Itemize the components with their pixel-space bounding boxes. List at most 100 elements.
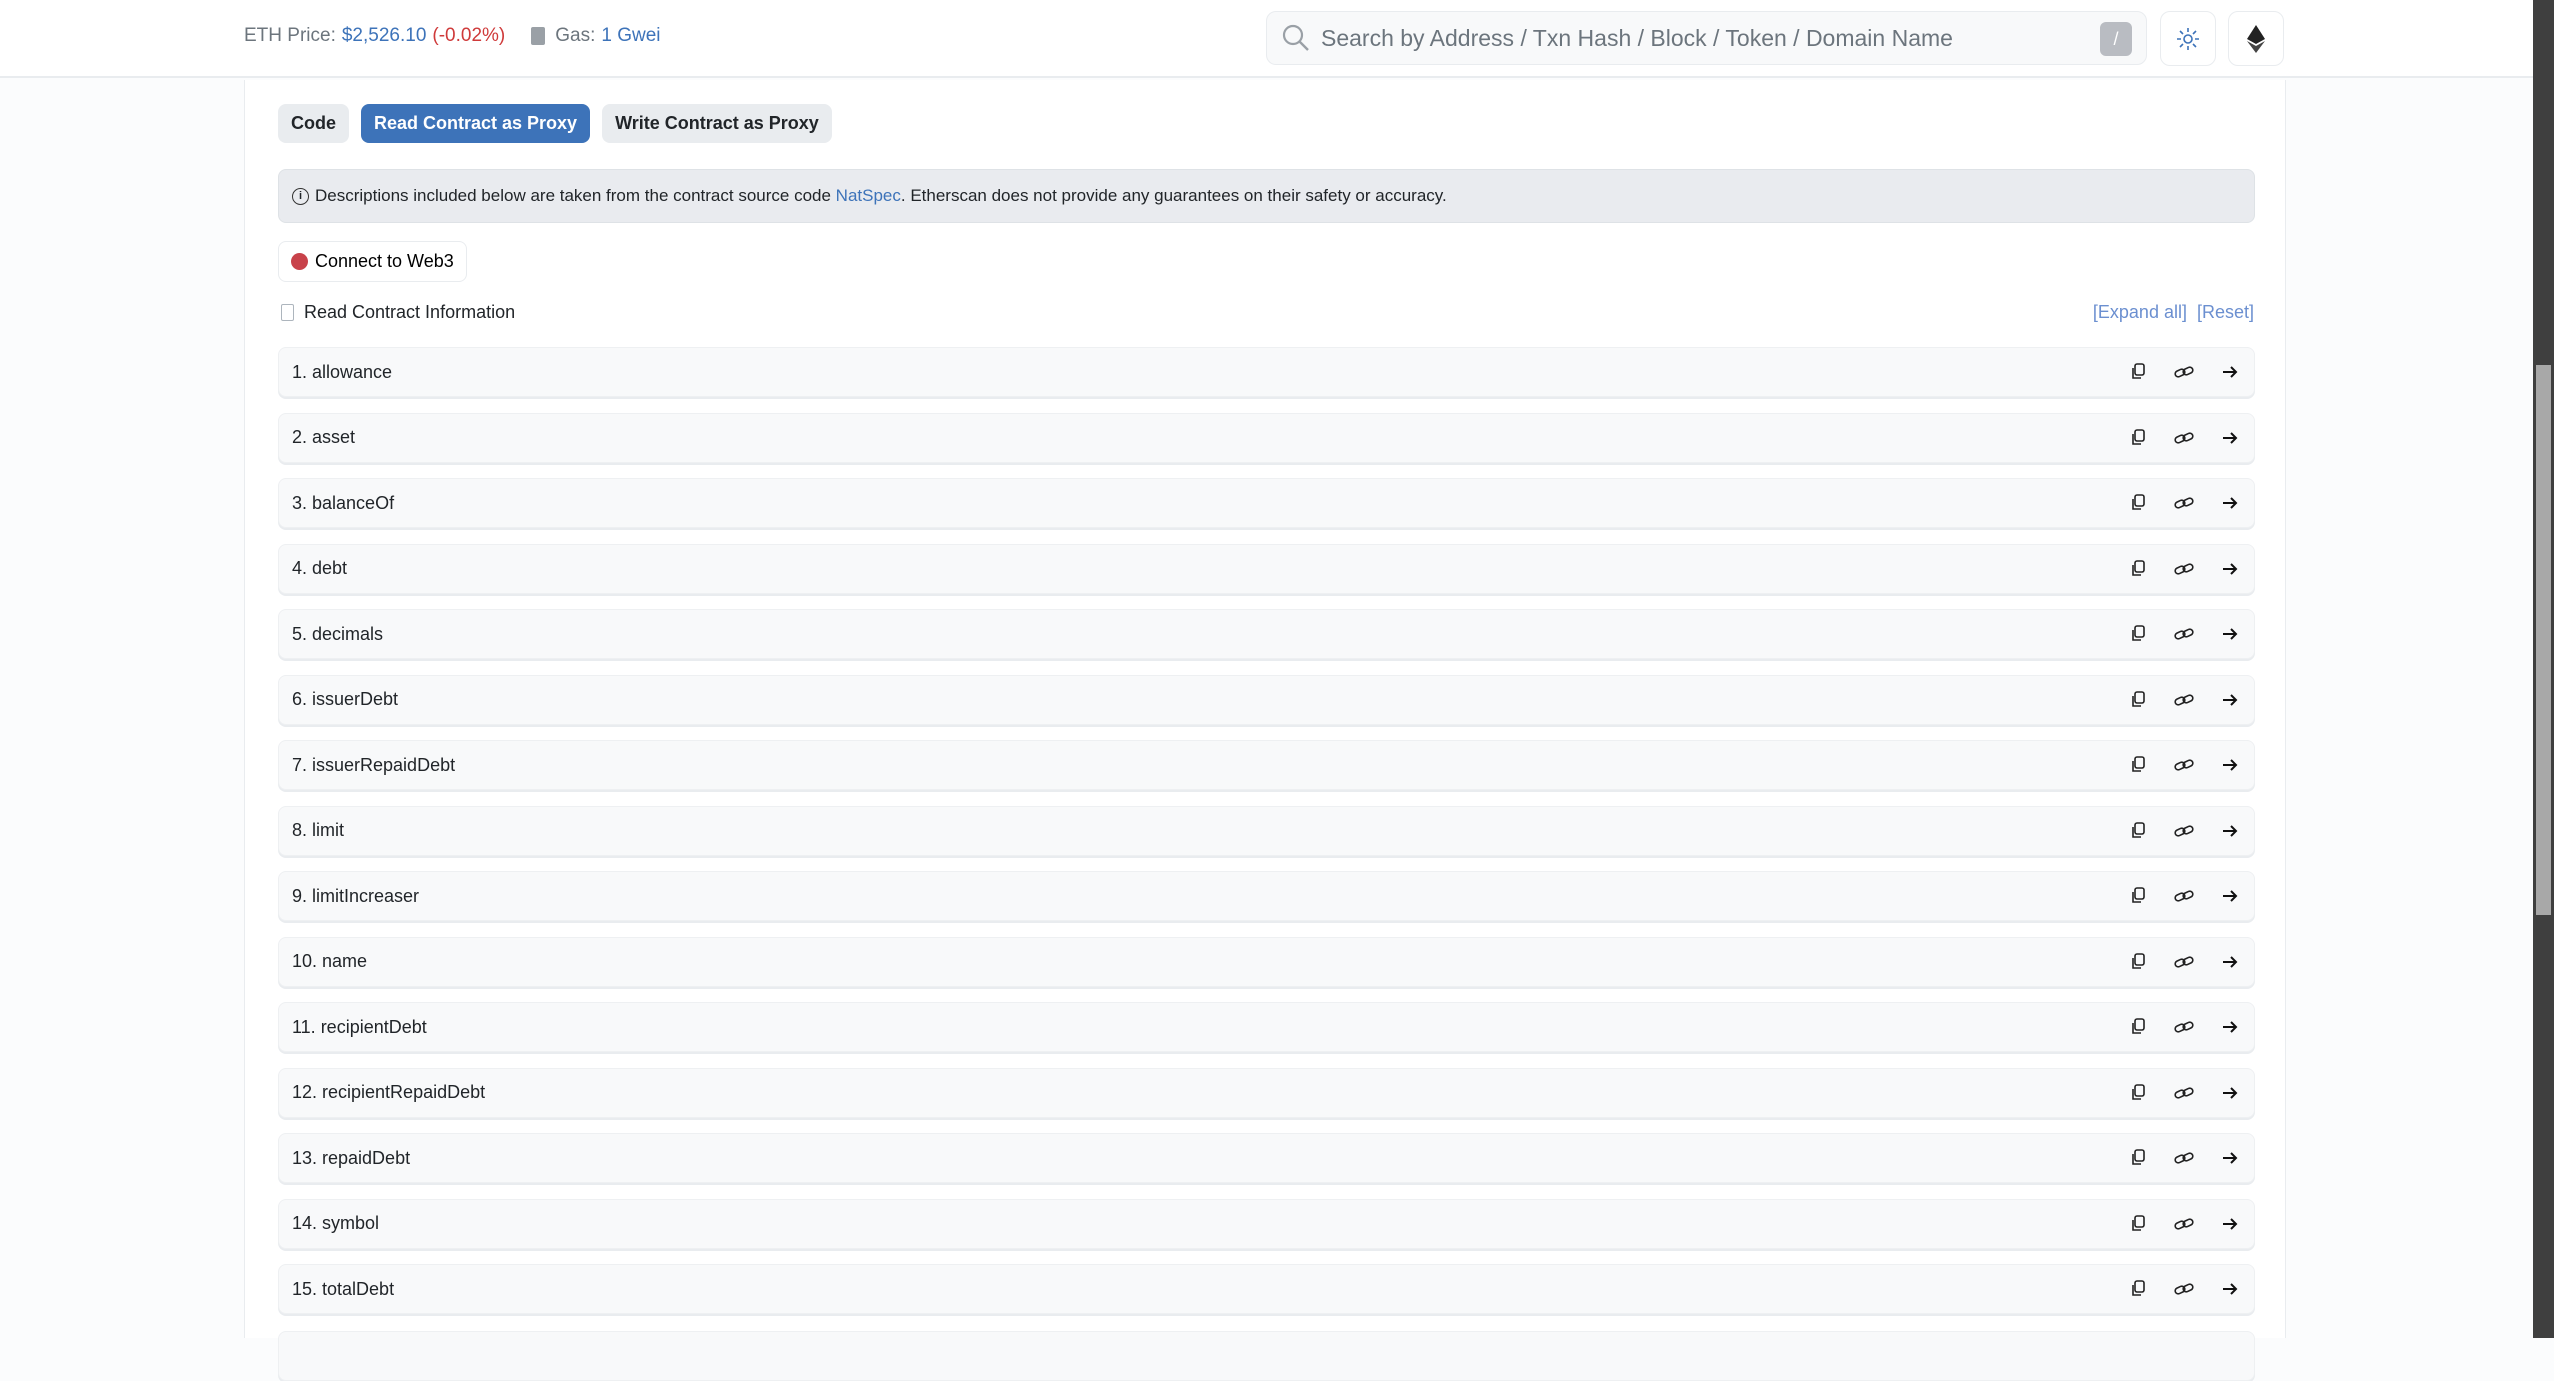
document-icon xyxy=(281,304,294,321)
eth-price-link[interactable]: $2,526.10 xyxy=(342,25,427,47)
arrow-right-icon[interactable] xyxy=(2220,493,2240,513)
network-button[interactable] xyxy=(2228,11,2284,66)
scrollbar-thumb[interactable] xyxy=(2536,365,2551,915)
function-name: 6. issuerDebt xyxy=(292,689,399,709)
link-icon[interactable] xyxy=(2174,690,2194,710)
link-icon[interactable] xyxy=(2174,624,2194,644)
arrow-right-icon[interactable] xyxy=(2220,886,2240,906)
eth-price: ETH Price: $2,526.10 (-0.02%) Gas: 1 Gwe… xyxy=(244,25,661,47)
arrow-right-icon[interactable] xyxy=(2220,755,2240,775)
function-row[interactable]: 13. repaidDebt xyxy=(278,1133,2255,1183)
copy-icon[interactable] xyxy=(2128,1279,2148,1299)
copy-icon[interactable] xyxy=(2128,821,2148,841)
function-row[interactable]: 5. decimals xyxy=(278,609,2255,659)
function-row[interactable]: 15. totalDebt xyxy=(278,1264,2255,1314)
link-icon[interactable] xyxy=(2174,1083,2194,1103)
ethereum-icon xyxy=(2247,24,2265,53)
link-icon[interactable] xyxy=(2174,755,2194,775)
function-row[interactable]: 8. limit xyxy=(278,805,2255,856)
natspec-notice: i Descriptions included below are taken … xyxy=(278,169,2255,223)
function-row[interactable]: 6. issuerDebt xyxy=(278,674,2255,725)
search-shortcut-badge: / xyxy=(2100,22,2132,56)
theme-toggle-button[interactable] xyxy=(2160,11,2216,66)
contract-panel: Code Read Contract as Proxy Write Contra… xyxy=(244,80,2286,1381)
reset-link[interactable]: [Reset] xyxy=(2197,302,2254,323)
link-icon[interactable] xyxy=(2174,1214,2194,1234)
search-input[interactable] xyxy=(1321,24,2081,52)
function-row[interactable]: 7. issuerRepaidDebt xyxy=(278,740,2255,790)
link-icon[interactable] xyxy=(2174,821,2194,841)
link-icon[interactable] xyxy=(2174,559,2194,579)
function-row[interactable]: 10. name xyxy=(278,936,2255,987)
function-name: 7. issuerRepaidDebt xyxy=(292,754,456,775)
copy-icon[interactable] xyxy=(2128,493,2148,513)
connect-label: Connect to Web3 xyxy=(315,251,454,271)
function-row[interactable]: 14. symbol xyxy=(278,1198,2255,1249)
tab-read-contract-as-proxy[interactable]: Read Contract as Proxy xyxy=(361,104,591,143)
contract-tabs: Code Read Contract as Proxy Write Contra… xyxy=(278,104,832,143)
function-row[interactable]: 11. recipientDebt xyxy=(278,1002,2255,1052)
copy-icon[interactable] xyxy=(2128,952,2148,972)
eth-price-change: (-0.02%) xyxy=(432,25,506,46)
arrow-right-icon[interactable] xyxy=(2220,1214,2240,1234)
tab-write-contract-as-proxy[interactable]: Write Contract as Proxy xyxy=(602,104,832,143)
link-icon[interactable] xyxy=(2174,1017,2194,1037)
link-icon[interactable] xyxy=(2174,1148,2194,1168)
copy-icon[interactable] xyxy=(2128,362,2148,382)
tab-code[interactable]: Code xyxy=(278,104,349,143)
gas-label: Gas: xyxy=(555,25,596,46)
top-bar: ETH Price: $2,526.10 (-0.02%) Gas: 1 Gwe… xyxy=(0,0,2533,78)
arrow-right-icon[interactable] xyxy=(2220,428,2240,448)
eth-price-label: ETH Price: xyxy=(244,25,336,46)
link-icon[interactable] xyxy=(2174,1279,2194,1299)
copy-icon[interactable] xyxy=(2128,1148,2148,1168)
copy-icon[interactable] xyxy=(2128,1083,2148,1103)
arrow-right-icon[interactable] xyxy=(2220,624,2240,644)
copy-icon[interactable] xyxy=(2128,1214,2148,1234)
copy-icon[interactable] xyxy=(2128,428,2148,448)
function-row[interactable]: 4. debt xyxy=(278,543,2255,594)
function-row[interactable]: 3. balanceOf xyxy=(278,478,2255,528)
connect-web3-button[interactable]: Connect to Web3 xyxy=(278,241,467,282)
function-name: 2. asset xyxy=(292,427,356,447)
function-name: 13. repaidDebt xyxy=(292,1147,411,1168)
function-row[interactable]: 9. limitIncreaser xyxy=(278,871,2255,921)
arrow-right-icon[interactable] xyxy=(2220,362,2240,382)
function-name: 8. limit xyxy=(292,820,345,840)
arrow-right-icon[interactable] xyxy=(2220,559,2240,579)
function-name: 5. decimals xyxy=(292,623,384,644)
function-row[interactable]: 2. asset xyxy=(278,412,2255,463)
copy-icon[interactable] xyxy=(2128,559,2148,579)
sun-icon xyxy=(2177,27,2199,50)
function-name: 9. limitIncreaser xyxy=(292,885,420,906)
copy-icon[interactable] xyxy=(2128,1017,2148,1037)
function-row-partial[interactable] xyxy=(278,1331,2255,1381)
arrow-right-icon[interactable] xyxy=(2220,952,2240,972)
link-icon[interactable] xyxy=(2174,952,2194,972)
arrow-right-icon[interactable] xyxy=(2220,1279,2240,1299)
copy-icon[interactable] xyxy=(2128,886,2148,906)
function-name: 3. balanceOf xyxy=(292,492,395,513)
link-icon[interactable] xyxy=(2174,493,2194,513)
arrow-right-icon[interactable] xyxy=(2220,1148,2240,1168)
gas-value-link[interactable]: 1 Gwei xyxy=(601,25,660,47)
function-row[interactable]: 1. allowance xyxy=(278,347,2255,397)
link-icon[interactable] xyxy=(2174,428,2194,448)
function-row[interactable]: 12. recipientRepaidDebt xyxy=(278,1067,2255,1118)
link-icon[interactable] xyxy=(2174,362,2194,382)
natspec-link[interactable]: NatSpec xyxy=(836,186,901,205)
arrow-right-icon[interactable] xyxy=(2220,1017,2240,1037)
arrow-right-icon[interactable] xyxy=(2220,1083,2240,1103)
section-actions: [Expand all] [Reset] xyxy=(2093,302,2254,323)
connection-status-icon xyxy=(291,253,308,270)
arrow-right-icon[interactable] xyxy=(2220,690,2240,710)
copy-icon[interactable] xyxy=(2128,690,2148,710)
copy-icon[interactable] xyxy=(2128,624,2148,644)
link-icon[interactable] xyxy=(2174,886,2194,906)
scrollbar[interactable] xyxy=(2533,0,2554,1338)
function-name: 4. debt xyxy=(292,558,348,578)
expand-all-link[interactable]: [Expand all] xyxy=(2093,302,2187,323)
search-icon xyxy=(1282,24,1309,51)
copy-icon[interactable] xyxy=(2128,755,2148,775)
arrow-right-icon[interactable] xyxy=(2220,821,2240,841)
